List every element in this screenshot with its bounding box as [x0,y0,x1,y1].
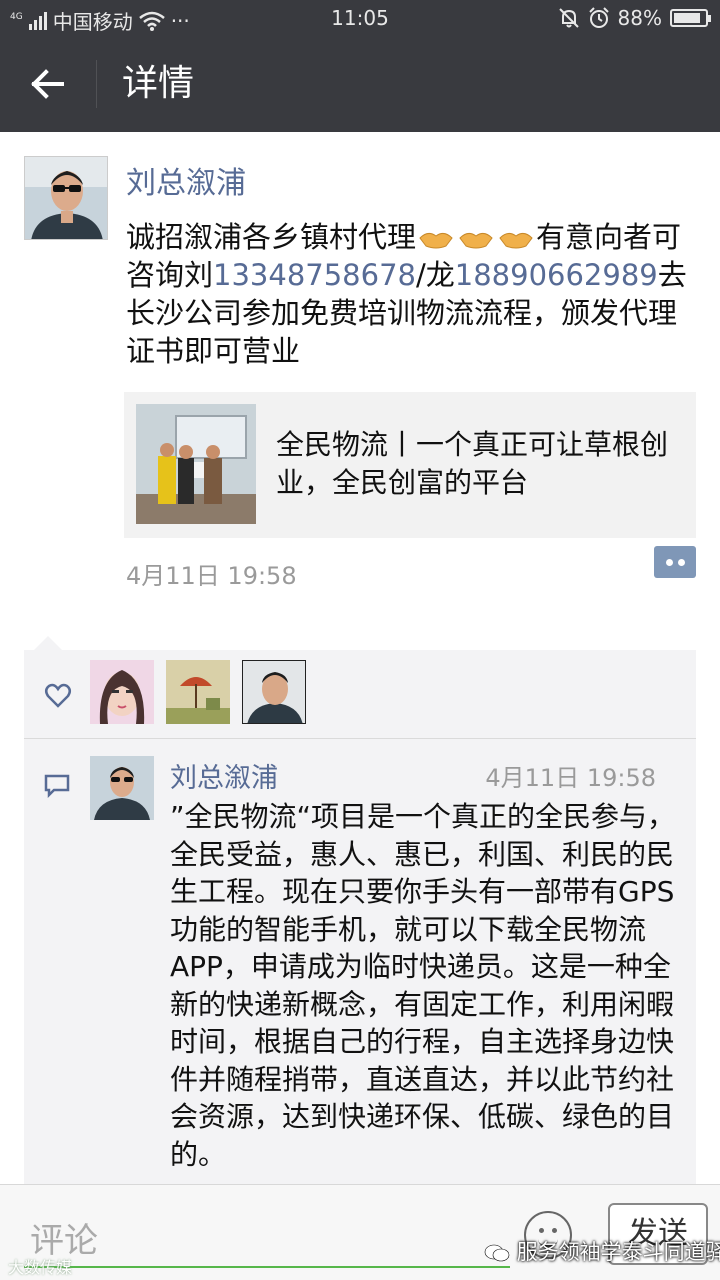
post-text-slash: /龙 [415,258,455,292]
link-title: 全民物流丨一个真正可让草根创业，全民创富的平台 [276,428,669,499]
alarm-icon [588,7,609,28]
title-divider [96,60,97,108]
liker-avatar[interactable] [166,660,230,724]
mute-bell-icon [558,8,579,28]
page-title: 详情 [122,63,195,104]
watermark-right: 服务领袖学泰斗同道驿 [484,1236,720,1266]
comment-dots-icon[interactable] [654,546,696,578]
phone-link-2[interactable]: 18890662989 [455,258,658,292]
phone-link-1[interactable]: 13348758678 [213,258,416,292]
interaction-pointer [34,636,62,650]
battery-icon [670,9,711,27]
comment-text: ”全民物流“项目是一个真正的全民参与，全民受益，惠人、惠已，利国、利民的民生工程… [170,800,676,1171]
input-underline [24,1266,510,1268]
link-thumbnail [136,404,256,524]
watermark-right-text: 服务领袖学泰斗同道驿 [516,1240,720,1264]
liker-avatar[interactable] [242,660,306,724]
watermark-left: 大数传媒 [8,1258,73,1277]
comment-time: 4月11日 19:58 [485,764,656,792]
back-arrow-icon[interactable] [24,60,72,108]
post-text: 诚招溆浦各乡镇村代理 有意向者可咨询刘13348758678/龙188906629… [126,218,696,370]
comment-author[interactable]: 刘总溆浦 [170,756,278,795]
battery-percent: 88% [617,6,662,30]
panel-divider [24,738,696,739]
commenter-avatar[interactable] [90,756,154,820]
post-author[interactable]: 刘总溆浦 [126,158,246,202]
handshake-icon [499,232,533,249]
shared-link-card[interactable]: 全民物流丨一个真正可让草根创业，全民创富的平台 [124,392,696,538]
battery-fill [674,13,701,23]
author-avatar[interactable] [24,156,108,240]
title-bar: 详情 [0,36,720,132]
handshake-icon [419,232,453,249]
comment-bubble-icon [44,774,70,798]
post-text-part1: 诚招溆浦各乡镇村代理 [126,220,417,254]
liker-avatar[interactable] [90,660,154,724]
heart-icon [45,683,71,708]
status-bar: 4G 中国移动 ··· 11:05 88% [0,0,720,36]
handshake-icon [459,232,493,249]
post-time: 4月11日 19:58 [126,562,297,590]
wechat-icon [484,1244,510,1262]
